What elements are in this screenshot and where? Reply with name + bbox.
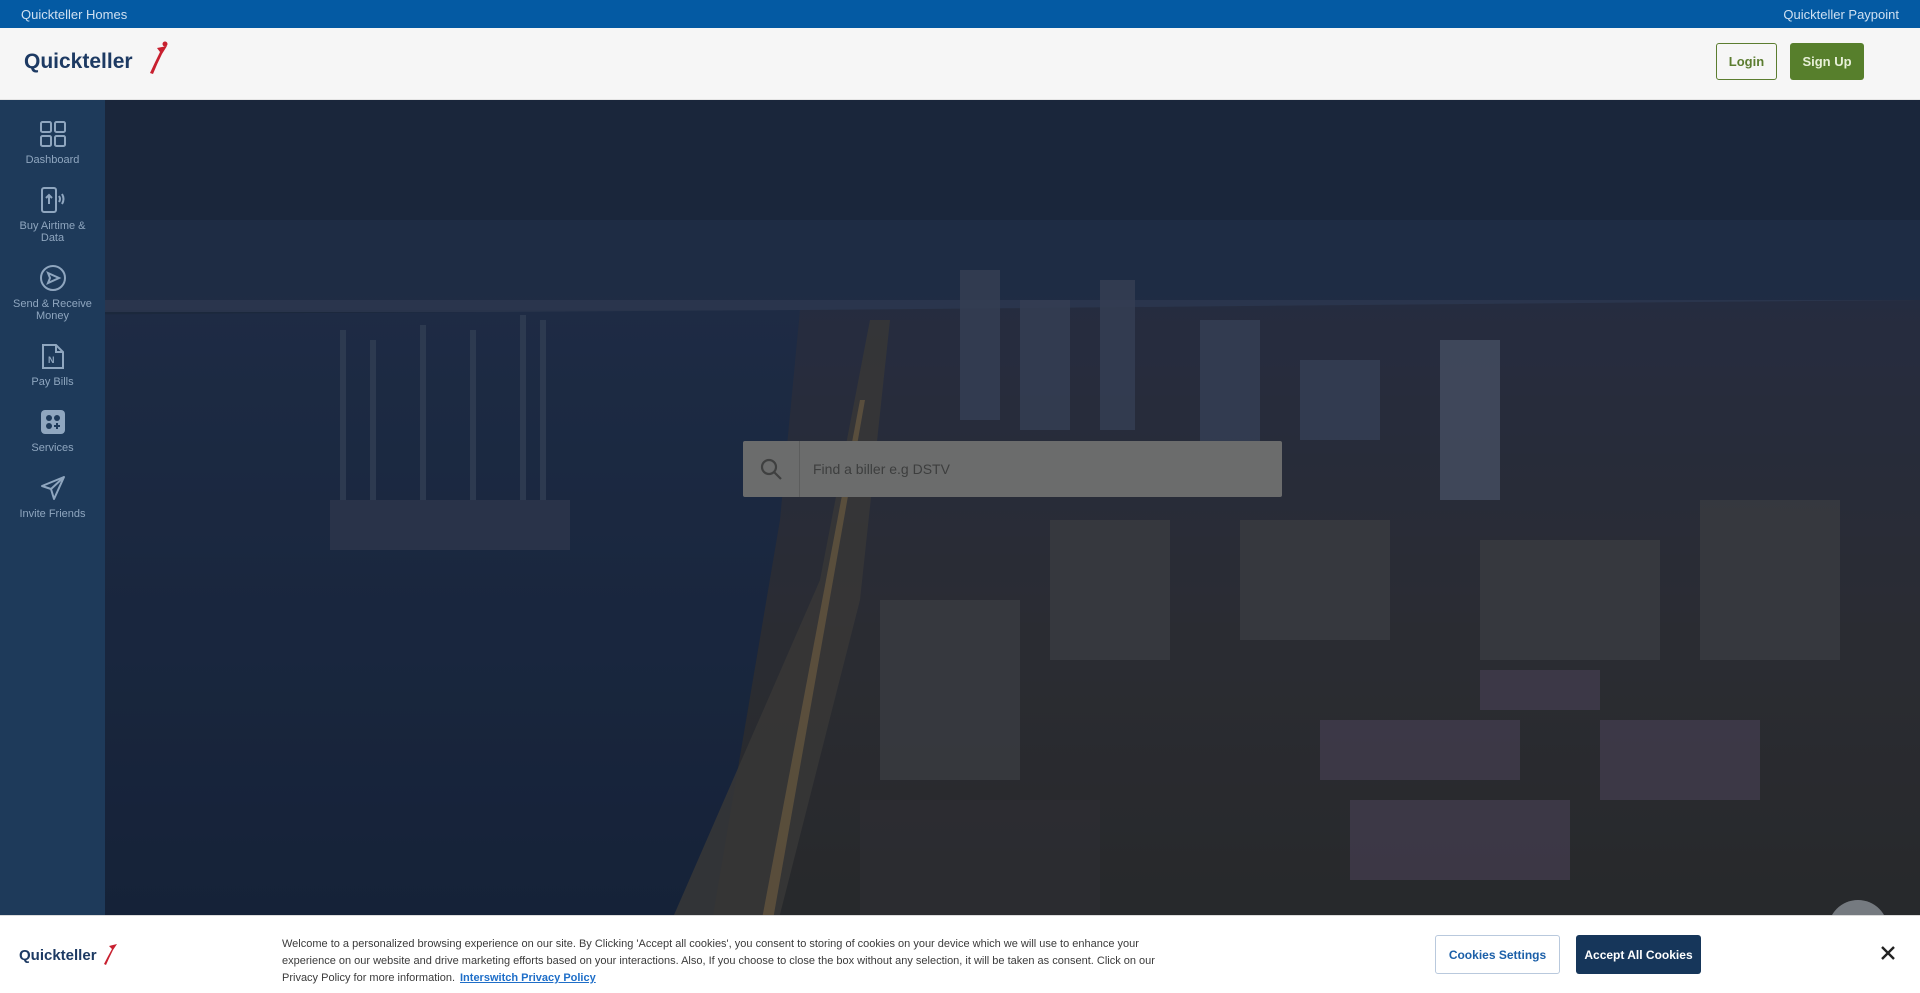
sidebar-item-label: Pay Bills bbox=[31, 376, 74, 388]
sidebar-item-label: Dashboard bbox=[25, 154, 80, 166]
sidebar-item-label: Buy Airtime & Data bbox=[19, 220, 86, 244]
cookie-consent-banner: Quickteller Welcome to a personalized br… bbox=[0, 915, 1920, 993]
quickteller-logo-icon: Quickteller bbox=[19, 944, 117, 965]
sidebar-item-invite-friends[interactable]: Invite Friends bbox=[0, 473, 105, 520]
quickteller-homes-link[interactable]: Quickteller Homes bbox=[21, 7, 127, 22]
page: Quickteller Homes Quickteller Paypoint Q… bbox=[0, 0, 1920, 993]
send-circle-icon bbox=[38, 263, 68, 293]
cookie-banner-logo: Quickteller bbox=[19, 940, 121, 968]
header-actions: Login Sign Up bbox=[1716, 43, 1864, 80]
biller-search-input[interactable] bbox=[800, 441, 1282, 497]
biller-search-box bbox=[743, 441, 1282, 497]
paper-plane-icon bbox=[38, 473, 68, 503]
grid-icon bbox=[38, 119, 68, 149]
close-icon[interactable] bbox=[1876, 941, 1900, 965]
svg-text:Quickteller: Quickteller bbox=[24, 50, 133, 73]
login-button[interactable]: Login bbox=[1716, 43, 1777, 80]
quickteller-logo-icon: Quickteller bbox=[24, 41, 168, 74]
privacy-policy-link[interactable]: Interswitch Privacy Policy bbox=[460, 972, 596, 984]
sidebar-item-dashboard[interactable]: Dashboard bbox=[0, 119, 105, 166]
top-strip: Quickteller Homes Quickteller Paypoint bbox=[0, 0, 1920, 28]
cookies-settings-button[interactable]: Cookies Settings bbox=[1435, 935, 1560, 974]
sidebar-item-services[interactable]: Services bbox=[0, 407, 105, 454]
site-header: Quickteller Login Sign Up bbox=[0, 28, 1920, 100]
svg-text:Quickteller: Quickteller bbox=[19, 947, 97, 964]
sidebar-item-send-receive-money[interactable]: Send & Receive Money bbox=[0, 263, 105, 322]
bill-icon: N bbox=[38, 341, 68, 371]
cookie-consent-text: Welcome to a personalized browsing exper… bbox=[282, 936, 1192, 987]
sidebar-item-label: Invite Friends bbox=[19, 508, 86, 520]
search-icon[interactable] bbox=[743, 441, 800, 497]
services-icon bbox=[38, 407, 68, 437]
signup-button[interactable]: Sign Up bbox=[1790, 43, 1864, 80]
accept-all-cookies-button[interactable]: Accept All Cookies bbox=[1576, 935, 1701, 974]
phone-airtime-icon bbox=[38, 185, 68, 215]
quickteller-paypoint-link[interactable]: Quickteller Paypoint bbox=[1783, 7, 1899, 22]
cookie-consent-message: Welcome to a personalized browsing exper… bbox=[282, 938, 1155, 984]
hero-background bbox=[0, 100, 1920, 993]
sidebar-nav: Dashboard Buy Airtime & Data Send & Rece… bbox=[0, 100, 105, 993]
sidebar-item-label: Send & Receive Money bbox=[13, 298, 92, 322]
sidebar-item-pay-bills[interactable]: N Pay Bills bbox=[0, 341, 105, 388]
sidebar-item-buy-airtime[interactable]: Buy Airtime & Data bbox=[0, 185, 105, 244]
hero-dim-overlay bbox=[0, 100, 1920, 993]
sidebar-item-label: Services bbox=[31, 442, 74, 454]
svg-text:N: N bbox=[48, 355, 55, 365]
quickteller-logo[interactable]: Quickteller bbox=[24, 40, 172, 80]
